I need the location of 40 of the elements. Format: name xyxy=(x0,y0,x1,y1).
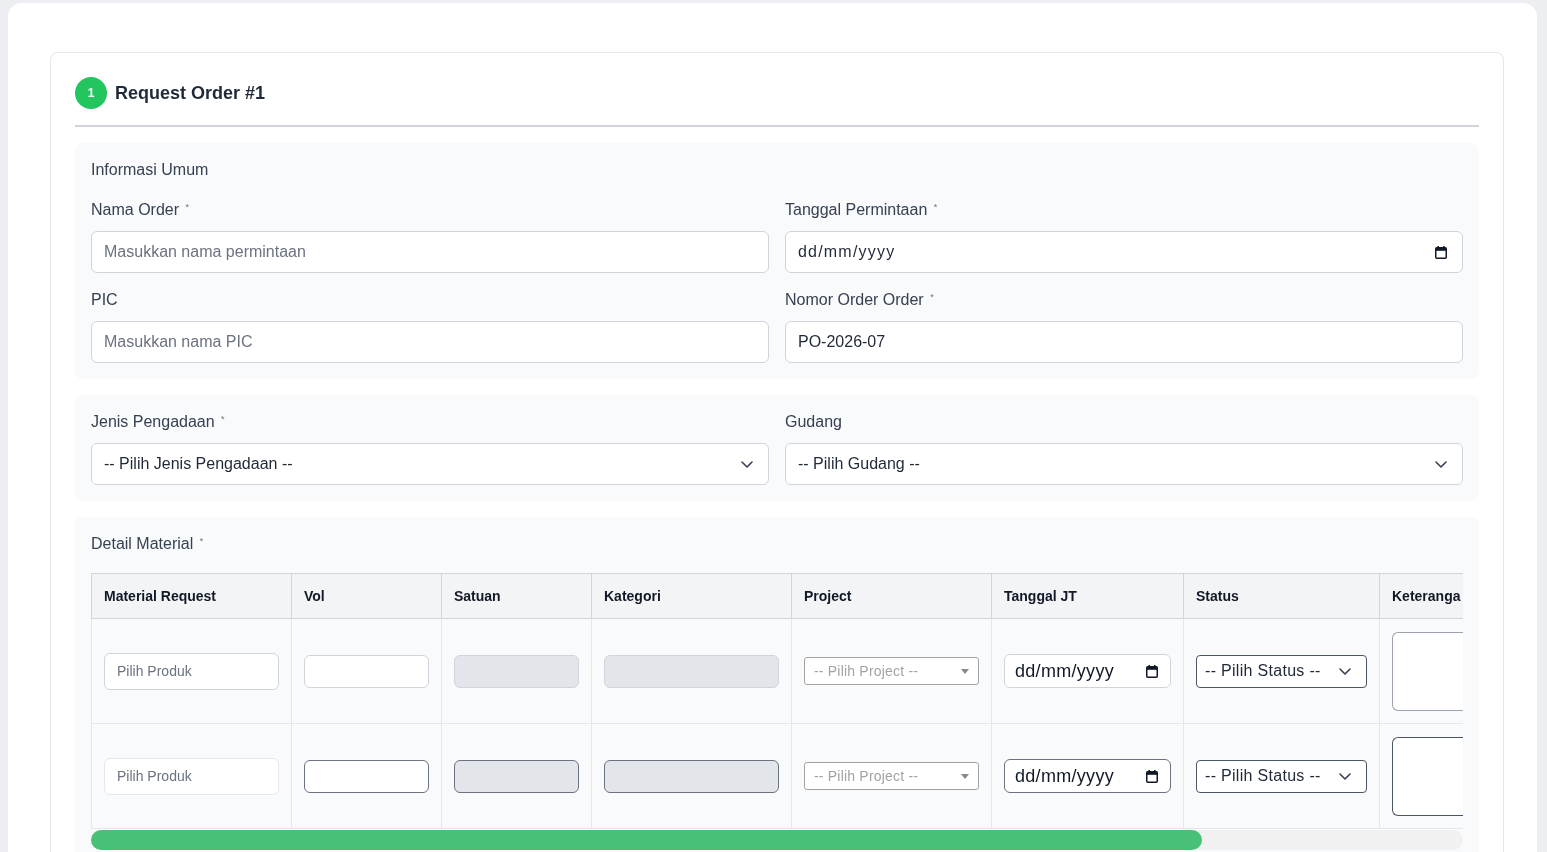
column-header: Keteranga xyxy=(1379,573,1463,619)
section-title: Informasi Umum xyxy=(91,160,209,180)
scrollbar-track[interactable] xyxy=(91,830,1463,850)
field-label: PIC xyxy=(91,290,118,310)
column-header: Vol xyxy=(291,573,442,619)
dropdown[interactable]: -- Pilih Gudang -- xyxy=(785,443,1463,485)
dropdown[interactable]: -- Pilih Status -- xyxy=(1196,759,1367,793)
text-field[interactable] xyxy=(304,759,429,793)
field-label: Tanggal Permintaan $^{*}$ xyxy=(785,200,938,220)
column-header: Status xyxy=(1183,573,1380,619)
date-field[interactable]: dd/mm/yyyy xyxy=(1004,759,1171,793)
column-header: Tanggal JT xyxy=(991,573,1184,619)
chevron-down-icon xyxy=(1435,460,1447,468)
field-label: Nomor Order Order $^{*}$ xyxy=(785,290,934,310)
date-field[interactable]: dd/mm/yyyy xyxy=(785,231,1463,273)
field-label: Gudang xyxy=(785,412,842,432)
form-title: Request Order #1 xyxy=(115,82,266,104)
dropdown[interactable]: -- Pilih Status -- xyxy=(1196,654,1367,688)
field-label: Nama Order $^{*}$ xyxy=(91,200,189,220)
column-header: Satuan xyxy=(441,573,592,619)
chevron-down-icon xyxy=(741,460,753,468)
step-indicator: 1 xyxy=(75,77,107,109)
caret-down-icon xyxy=(961,668,969,674)
textarea-field[interactable] xyxy=(1392,736,1463,816)
dropdown[interactable]: -- Pilih Jenis Pengadaan -- xyxy=(91,443,769,485)
caret-down-icon xyxy=(961,773,969,779)
calendar-icon xyxy=(1146,769,1158,783)
scrollbar-thumb[interactable] xyxy=(91,830,1203,850)
text-field[interactable]: PO-2026-07 xyxy=(785,321,1463,363)
textarea-field[interactable] xyxy=(1392,631,1463,711)
column-header: Kategori xyxy=(591,573,792,619)
field-label: Jenis Pengadaan $^{*}$ xyxy=(91,412,225,432)
chevron-down-icon xyxy=(1339,772,1351,780)
calendar-icon xyxy=(1435,245,1447,259)
chevron-down-icon xyxy=(1339,667,1351,675)
calendar-icon xyxy=(1146,664,1158,678)
column-header: Project xyxy=(791,573,992,619)
date-field[interactable]: dd/mm/yyyy xyxy=(1004,654,1171,688)
column-header: Material Request xyxy=(91,573,292,619)
section-title: Detail Material $^{*}$ xyxy=(91,534,204,554)
